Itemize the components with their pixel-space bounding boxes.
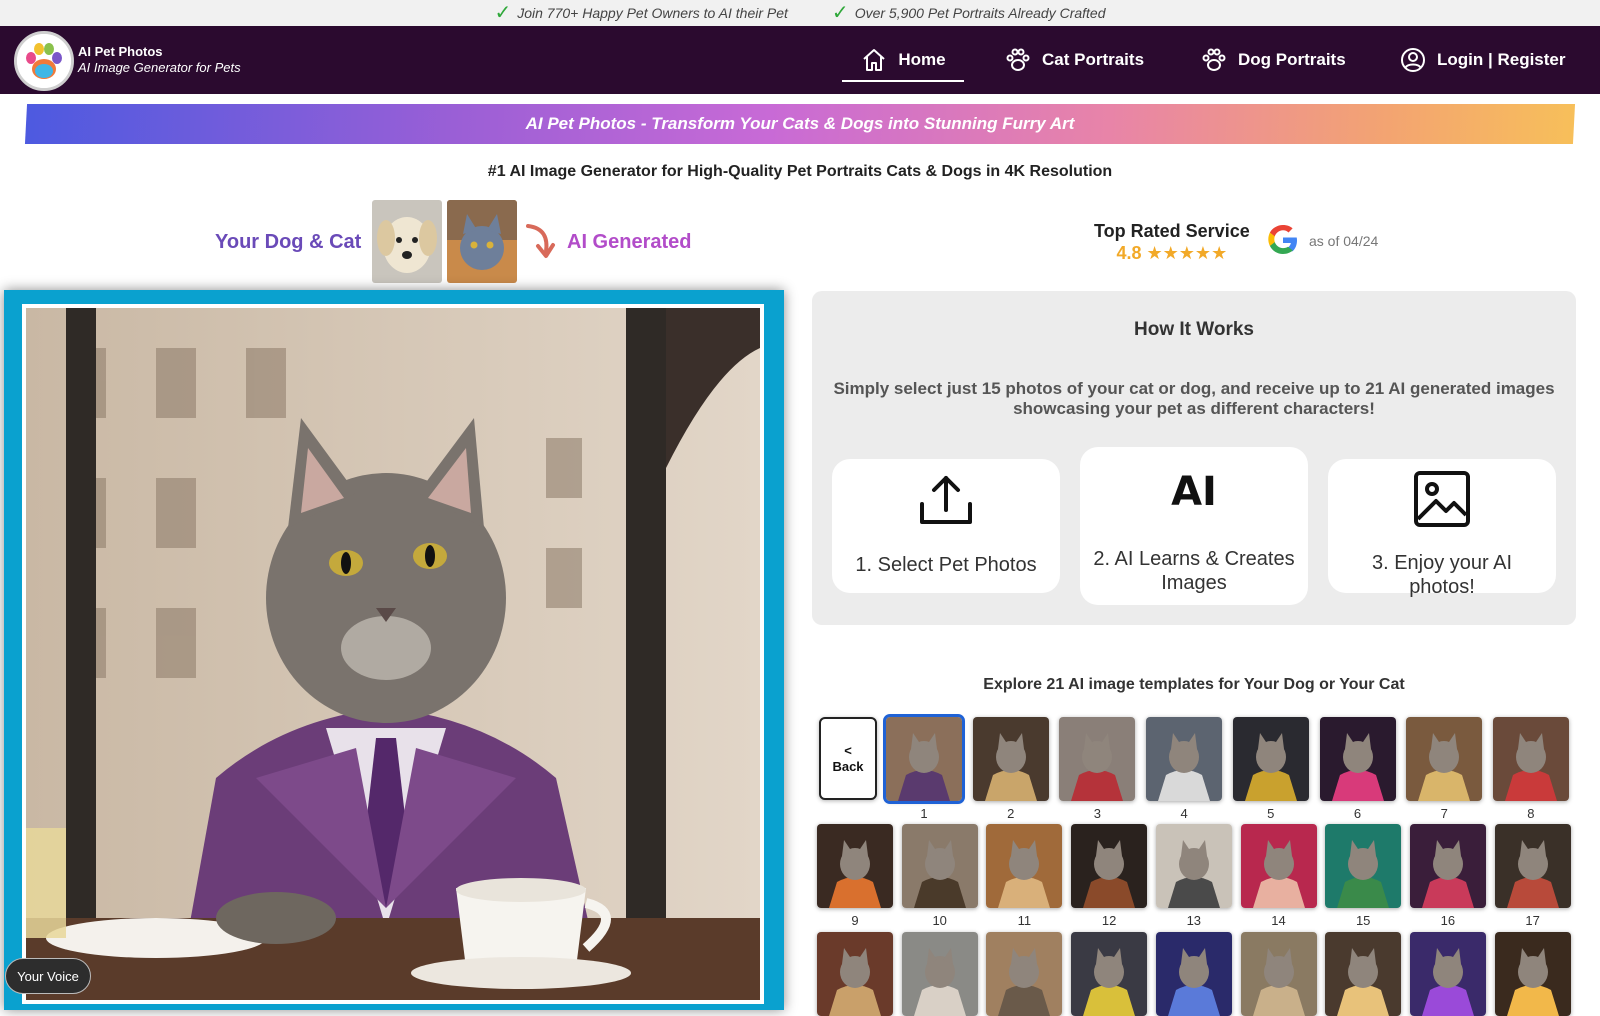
upload-icon bbox=[916, 469, 976, 531]
paw-icon bbox=[1006, 48, 1030, 71]
template-thumbnail[interactable] bbox=[817, 932, 893, 1016]
template-thumbnail[interactable] bbox=[1071, 932, 1148, 1016]
how-it-works-panel: How It Works Simply select just 15 photo… bbox=[812, 291, 1576, 625]
nav-cat-portraits[interactable]: Cat Portraits bbox=[1004, 26, 1144, 94]
announcement-owners: ✓ Join 770+ Happy Pet Owners to AI their… bbox=[494, 2, 788, 24]
step-select-photos-card: 1. Select Pet Photos bbox=[832, 459, 1060, 593]
template-number: 7 bbox=[1440, 806, 1448, 821]
template-thumbnail[interactable] bbox=[1155, 932, 1232, 1016]
hero-banner-text: AI Pet Photos - Transform Your Cats & Do… bbox=[525, 114, 1075, 133]
nav-dog-label: Dog Portraits bbox=[1238, 50, 1346, 69]
how-it-works-description: Simply select just 15 photos of your cat… bbox=[833, 379, 1555, 418]
featured-cat-portrait[interactable] bbox=[26, 308, 760, 1000]
step-enjoy-photos-card: 3. Enjoy your AI photos! bbox=[1328, 459, 1556, 598]
template-thumbnail[interactable] bbox=[1232, 717, 1309, 801]
rating-stars: 4.8 ★★★★★ bbox=[1116, 243, 1228, 263]
template-number: 10 bbox=[932, 913, 947, 928]
template-thumbnail[interactable] bbox=[1494, 824, 1571, 908]
template-thumbnail[interactable] bbox=[817, 824, 893, 908]
curved-arrow-icon bbox=[526, 224, 555, 258]
home-icon bbox=[863, 49, 886, 71]
template-thumbnail[interactable] bbox=[1409, 932, 1486, 1016]
subheadline: #1 AI Image Generator for High-Quality P… bbox=[487, 163, 1113, 180]
ai-generated-label: AI Generated bbox=[567, 231, 692, 253]
announcement-portraits-text: Over 5,900 Pet Portraits Already Crafted bbox=[854, 5, 1106, 21]
template-thumbnail[interactable] bbox=[901, 932, 978, 1016]
brand-tagline: AI Image Generator for Pets bbox=[78, 60, 241, 75]
template-number: 11 bbox=[1017, 913, 1032, 928]
template-thumbnail[interactable] bbox=[1325, 932, 1402, 1016]
nav-dog-portraits[interactable]: Dog Portraits bbox=[1200, 26, 1346, 94]
back-arrow-icon: < bbox=[844, 742, 852, 758]
template-number: 15 bbox=[1355, 913, 1371, 928]
nav-login-register[interactable]: Login | Register bbox=[1399, 26, 1566, 94]
template-thumbnail[interactable] bbox=[1240, 824, 1317, 908]
template-thumbnail[interactable] bbox=[1240, 932, 1317, 1016]
announcement-portraits: ✓ Over 5,900 Pet Portraits Already Craft… bbox=[831, 2, 1106, 24]
template-thumbnail[interactable] bbox=[972, 717, 1049, 801]
template-number: 9 bbox=[851, 913, 859, 928]
announcement-bar: ✓ Join 770+ Happy Pet Owners to AI their… bbox=[0, 0, 1600, 26]
paw-logo-icon[interactable] bbox=[14, 31, 74, 91]
featured-portrait-mat bbox=[22, 304, 764, 1004]
template-thumbnail[interactable] bbox=[1409, 824, 1486, 908]
your-voice-button[interactable]: Your Voice bbox=[5, 958, 91, 994]
template-number: 6 bbox=[1353, 806, 1362, 821]
nav-cat-label: Cat Portraits bbox=[1042, 50, 1145, 69]
check-icon: ✓ bbox=[831, 2, 849, 24]
how-it-works-title: How It Works bbox=[1134, 319, 1254, 340]
top-rated-badge: Top Rated Service 4.8 ★★★★★ bbox=[1094, 221, 1250, 264]
template-thumbnail[interactable] bbox=[1155, 824, 1232, 908]
template-thumbnail[interactable] bbox=[1494, 932, 1571, 1016]
template-number: 2 bbox=[1007, 806, 1015, 821]
template-thumbnail[interactable] bbox=[1325, 824, 1402, 908]
paw-icon bbox=[1202, 48, 1226, 71]
check-icon: ✓ bbox=[494, 2, 512, 24]
template-number: 13 bbox=[1186, 913, 1202, 928]
nav-home-label: Home bbox=[898, 50, 946, 69]
image-icon bbox=[1412, 469, 1472, 529]
step-ai-learns-card: AI 2. AI Learns & Creates Images bbox=[1080, 447, 1308, 605]
brand-name: AI Pet Photos bbox=[78, 44, 163, 59]
template-number: 14 bbox=[1271, 913, 1286, 928]
google-logo-icon bbox=[1268, 225, 1297, 254]
step-ai-learns-label: 2. AI Learns & Creates Images bbox=[1093, 548, 1295, 594]
step-select-photos-label: 1. Select Pet Photos bbox=[855, 554, 1037, 576]
templates-title: Explore 21 AI image templates for Your D… bbox=[983, 676, 1405, 693]
announcement-owners-text: Join 770+ Happy Pet Owners to AI their P… bbox=[517, 5, 788, 21]
template-thumbnail[interactable] bbox=[901, 824, 978, 908]
template-number: 8 bbox=[1527, 806, 1535, 821]
template-number: 5 bbox=[1267, 806, 1275, 821]
template-thumbnail[interactable] bbox=[883, 714, 965, 804]
nav-login-label: Login | Register bbox=[1437, 50, 1566, 69]
template-thumbnail[interactable] bbox=[1319, 717, 1396, 801]
template-thumbnail[interactable] bbox=[1059, 717, 1136, 801]
rating-date: as of 04/24 bbox=[1309, 233, 1379, 249]
template-thumbnail[interactable] bbox=[986, 932, 1063, 1016]
template-thumbnail[interactable] bbox=[1406, 717, 1483, 801]
sample-dog-photo bbox=[372, 200, 442, 283]
template-thumbnail[interactable] bbox=[1071, 824, 1148, 908]
user-icon bbox=[1401, 48, 1425, 72]
template-thumbnail[interactable] bbox=[1492, 717, 1569, 801]
featured-portrait-frame bbox=[4, 290, 784, 1010]
template-number: 17 bbox=[1525, 913, 1540, 928]
navbar: AI Pet Photos AI Image Generator for Pet… bbox=[0, 26, 1600, 94]
template-thumbnail[interactable] bbox=[986, 824, 1063, 908]
back-button[interactable]: < Back bbox=[819, 717, 877, 800]
template-number: 1 bbox=[920, 806, 928, 821]
template-thumbnail[interactable] bbox=[1146, 717, 1223, 801]
step-enjoy-photos-label: 3. Enjoy your AI photos! bbox=[1371, 552, 1513, 598]
template-number: 12 bbox=[1101, 913, 1117, 928]
your-pet-label: Your Dog & Cat bbox=[215, 231, 362, 253]
brand[interactable]: AI Pet Photos AI Image Generator for Pet… bbox=[78, 44, 241, 76]
sample-cat-photo bbox=[447, 200, 517, 283]
nav-home[interactable]: Home bbox=[842, 26, 964, 94]
back-button-label: Back bbox=[832, 758, 864, 774]
top-rated-title: Top Rated Service bbox=[1094, 221, 1250, 241]
template-number: 16 bbox=[1440, 913, 1456, 928]
ai-icon: AI bbox=[1171, 469, 1217, 515]
template-number: 3 bbox=[1093, 806, 1101, 821]
template-number: 4 bbox=[1180, 806, 1188, 821]
